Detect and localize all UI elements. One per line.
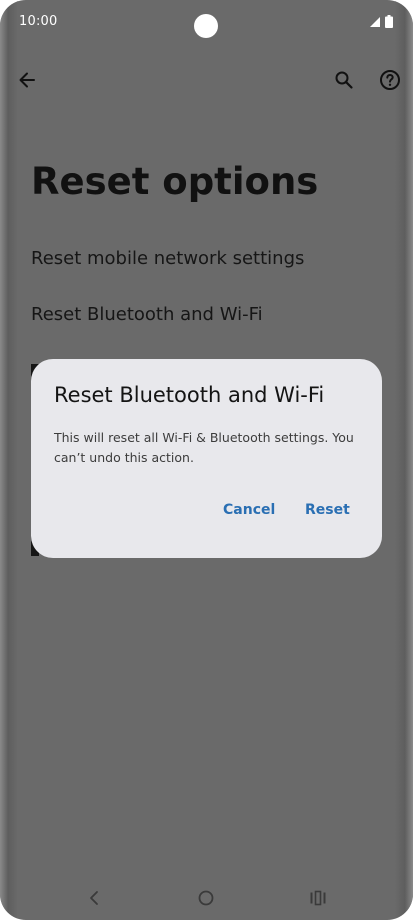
recents-icon (310, 890, 326, 906)
reset-dialog: Reset Bluetooth and Wi-Fi This will rese… (31, 359, 382, 558)
nav-recents-button[interactable] (304, 884, 332, 912)
help-icon (380, 70, 400, 90)
help-button[interactable] (376, 66, 404, 94)
option-reset-mobile-network[interactable]: Reset mobile network settings (31, 248, 304, 269)
page-title: Reset options (31, 160, 319, 203)
nav-back-button[interactable] (80, 884, 108, 912)
back-button[interactable] (13, 66, 41, 94)
nav-home-button[interactable] (192, 884, 220, 912)
option-reset-bluetooth-wifi[interactable]: Reset Bluetooth and Wi-Fi (31, 304, 263, 325)
status-time: 10:00 (19, 14, 58, 29)
search-button[interactable] (330, 66, 358, 94)
signal-icon (370, 16, 380, 27)
phone-frame: 10:00 Reset options Reset mobile network… (0, 0, 413, 920)
screen: 10:00 Reset options Reset mobile network… (0, 0, 413, 920)
dialog-title: Reset Bluetooth and Wi-Fi (54, 383, 325, 407)
dialog-message: This will reset all Wi-Fi & Bluetooth se… (54, 430, 354, 465)
status-icons (369, 15, 393, 28)
chevron-left-icon (90, 891, 98, 905)
arrow-left-icon (19, 72, 35, 88)
front-camera (194, 14, 218, 38)
reset-button[interactable]: Reset (305, 502, 350, 518)
cancel-button[interactable]: Cancel (223, 502, 275, 518)
screen-edge-right (395, 0, 413, 920)
home-circle-icon (198, 890, 214, 906)
screen-edge-left (0, 0, 18, 920)
search-icon (335, 71, 353, 89)
battery-icon (385, 15, 393, 28)
